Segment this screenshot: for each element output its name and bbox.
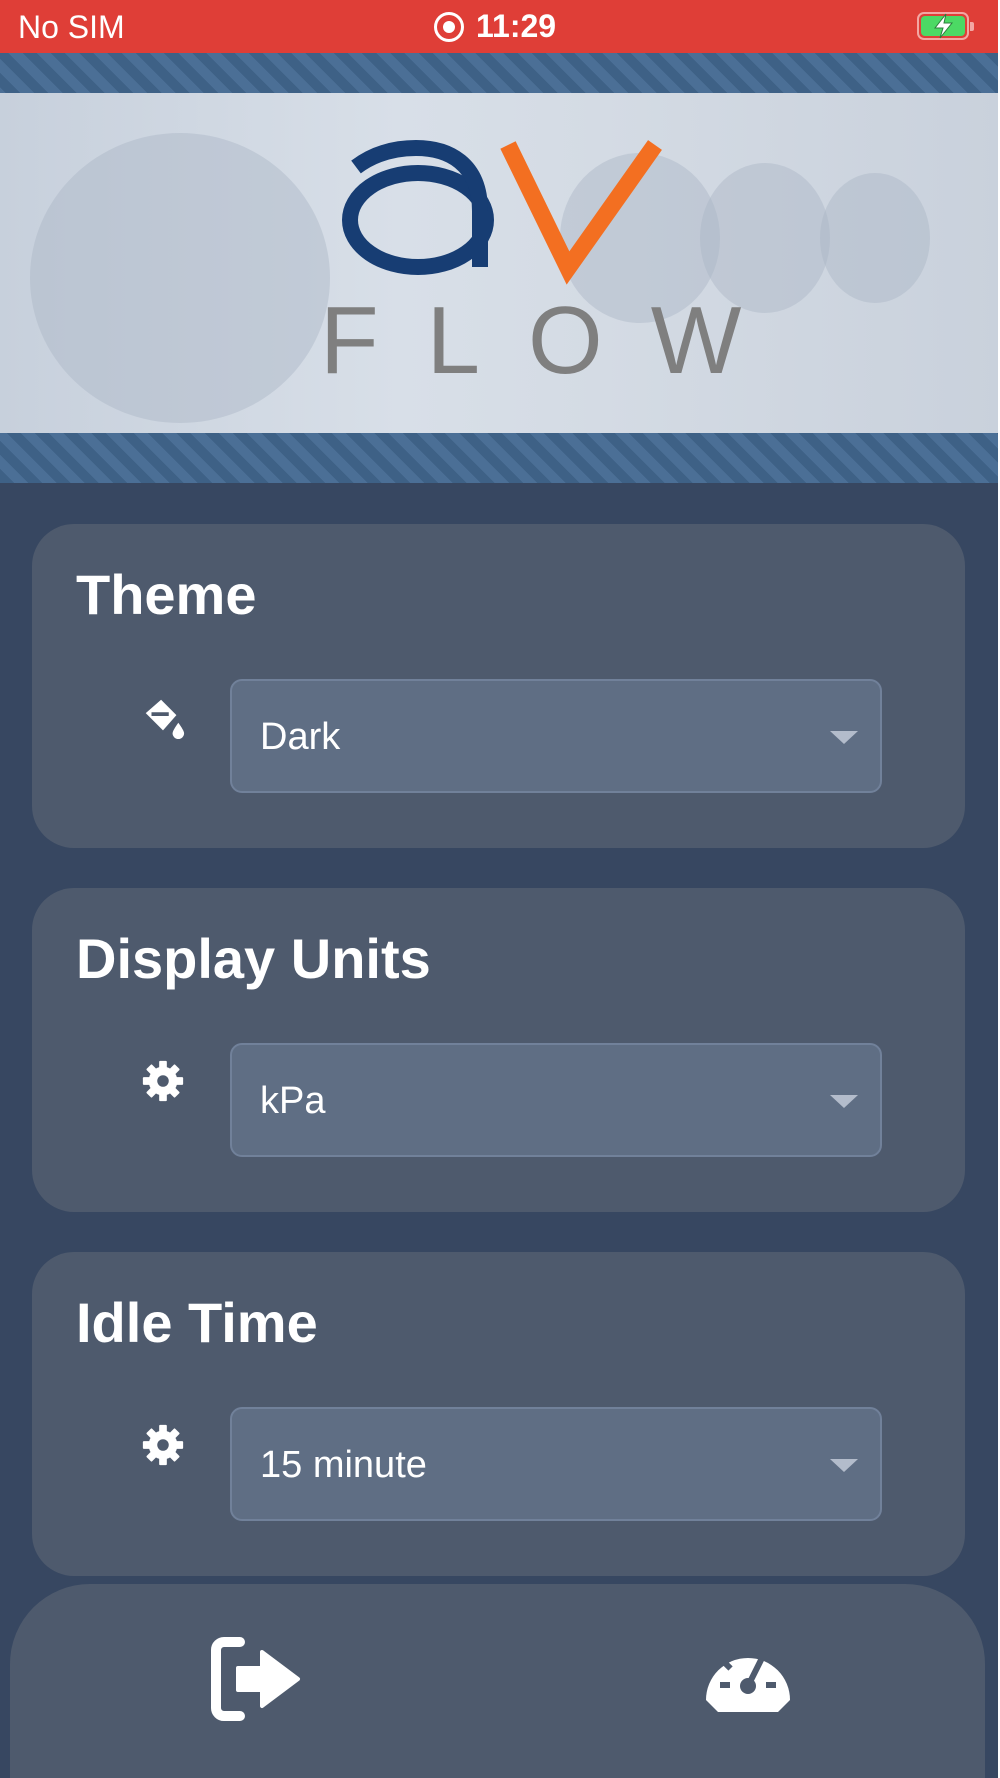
- display-units-card: Display Units kPa: [32, 888, 965, 1212]
- status-bar: No SIM 11:29: [0, 0, 1000, 53]
- status-time-group: 11:29: [434, 8, 556, 45]
- chevron-down-icon: [830, 1095, 858, 1108]
- chevron-down-icon: [830, 1459, 858, 1472]
- battery-icon: [917, 12, 974, 40]
- dashboard-icon[interactable]: [700, 1634, 796, 1724]
- theme-title: Theme: [76, 563, 257, 626]
- idle-time-select-value: 15 minute: [260, 1444, 427, 1486]
- header-banner: FLOW: [0, 53, 1000, 483]
- idle-time-card: Idle Time 15 minute: [32, 1252, 965, 1576]
- bottom-nav: [10, 1584, 985, 1778]
- paint-bucket-icon: [145, 699, 185, 740]
- chevron-down-icon: [830, 731, 858, 744]
- theme-select-value: Dark: [260, 716, 341, 758]
- theme-select[interactable]: Dark: [230, 679, 882, 793]
- charging-bolt-icon: [933, 13, 954, 39]
- logout-icon[interactable]: [210, 1634, 306, 1724]
- gear-icon: [142, 1424, 184, 1466]
- display-units-title: Display Units: [76, 927, 431, 990]
- gear-icon: [142, 1060, 184, 1102]
- theme-card: Theme Dark: [32, 524, 965, 848]
- idle-time-select[interactable]: 15 minute: [230, 1407, 882, 1521]
- logo-wordmark: FLOW: [320, 287, 790, 394]
- display-units-select-value: kPa: [260, 1080, 326, 1122]
- hero-image: FLOW: [0, 93, 1000, 433]
- idle-time-title: Idle Time: [76, 1291, 318, 1354]
- clock: 11:29: [476, 8, 557, 44]
- display-units-select[interactable]: kPa: [230, 1043, 882, 1157]
- screen-recording-icon: [434, 11, 464, 42]
- carrier-label: No SIM: [18, 9, 125, 45]
